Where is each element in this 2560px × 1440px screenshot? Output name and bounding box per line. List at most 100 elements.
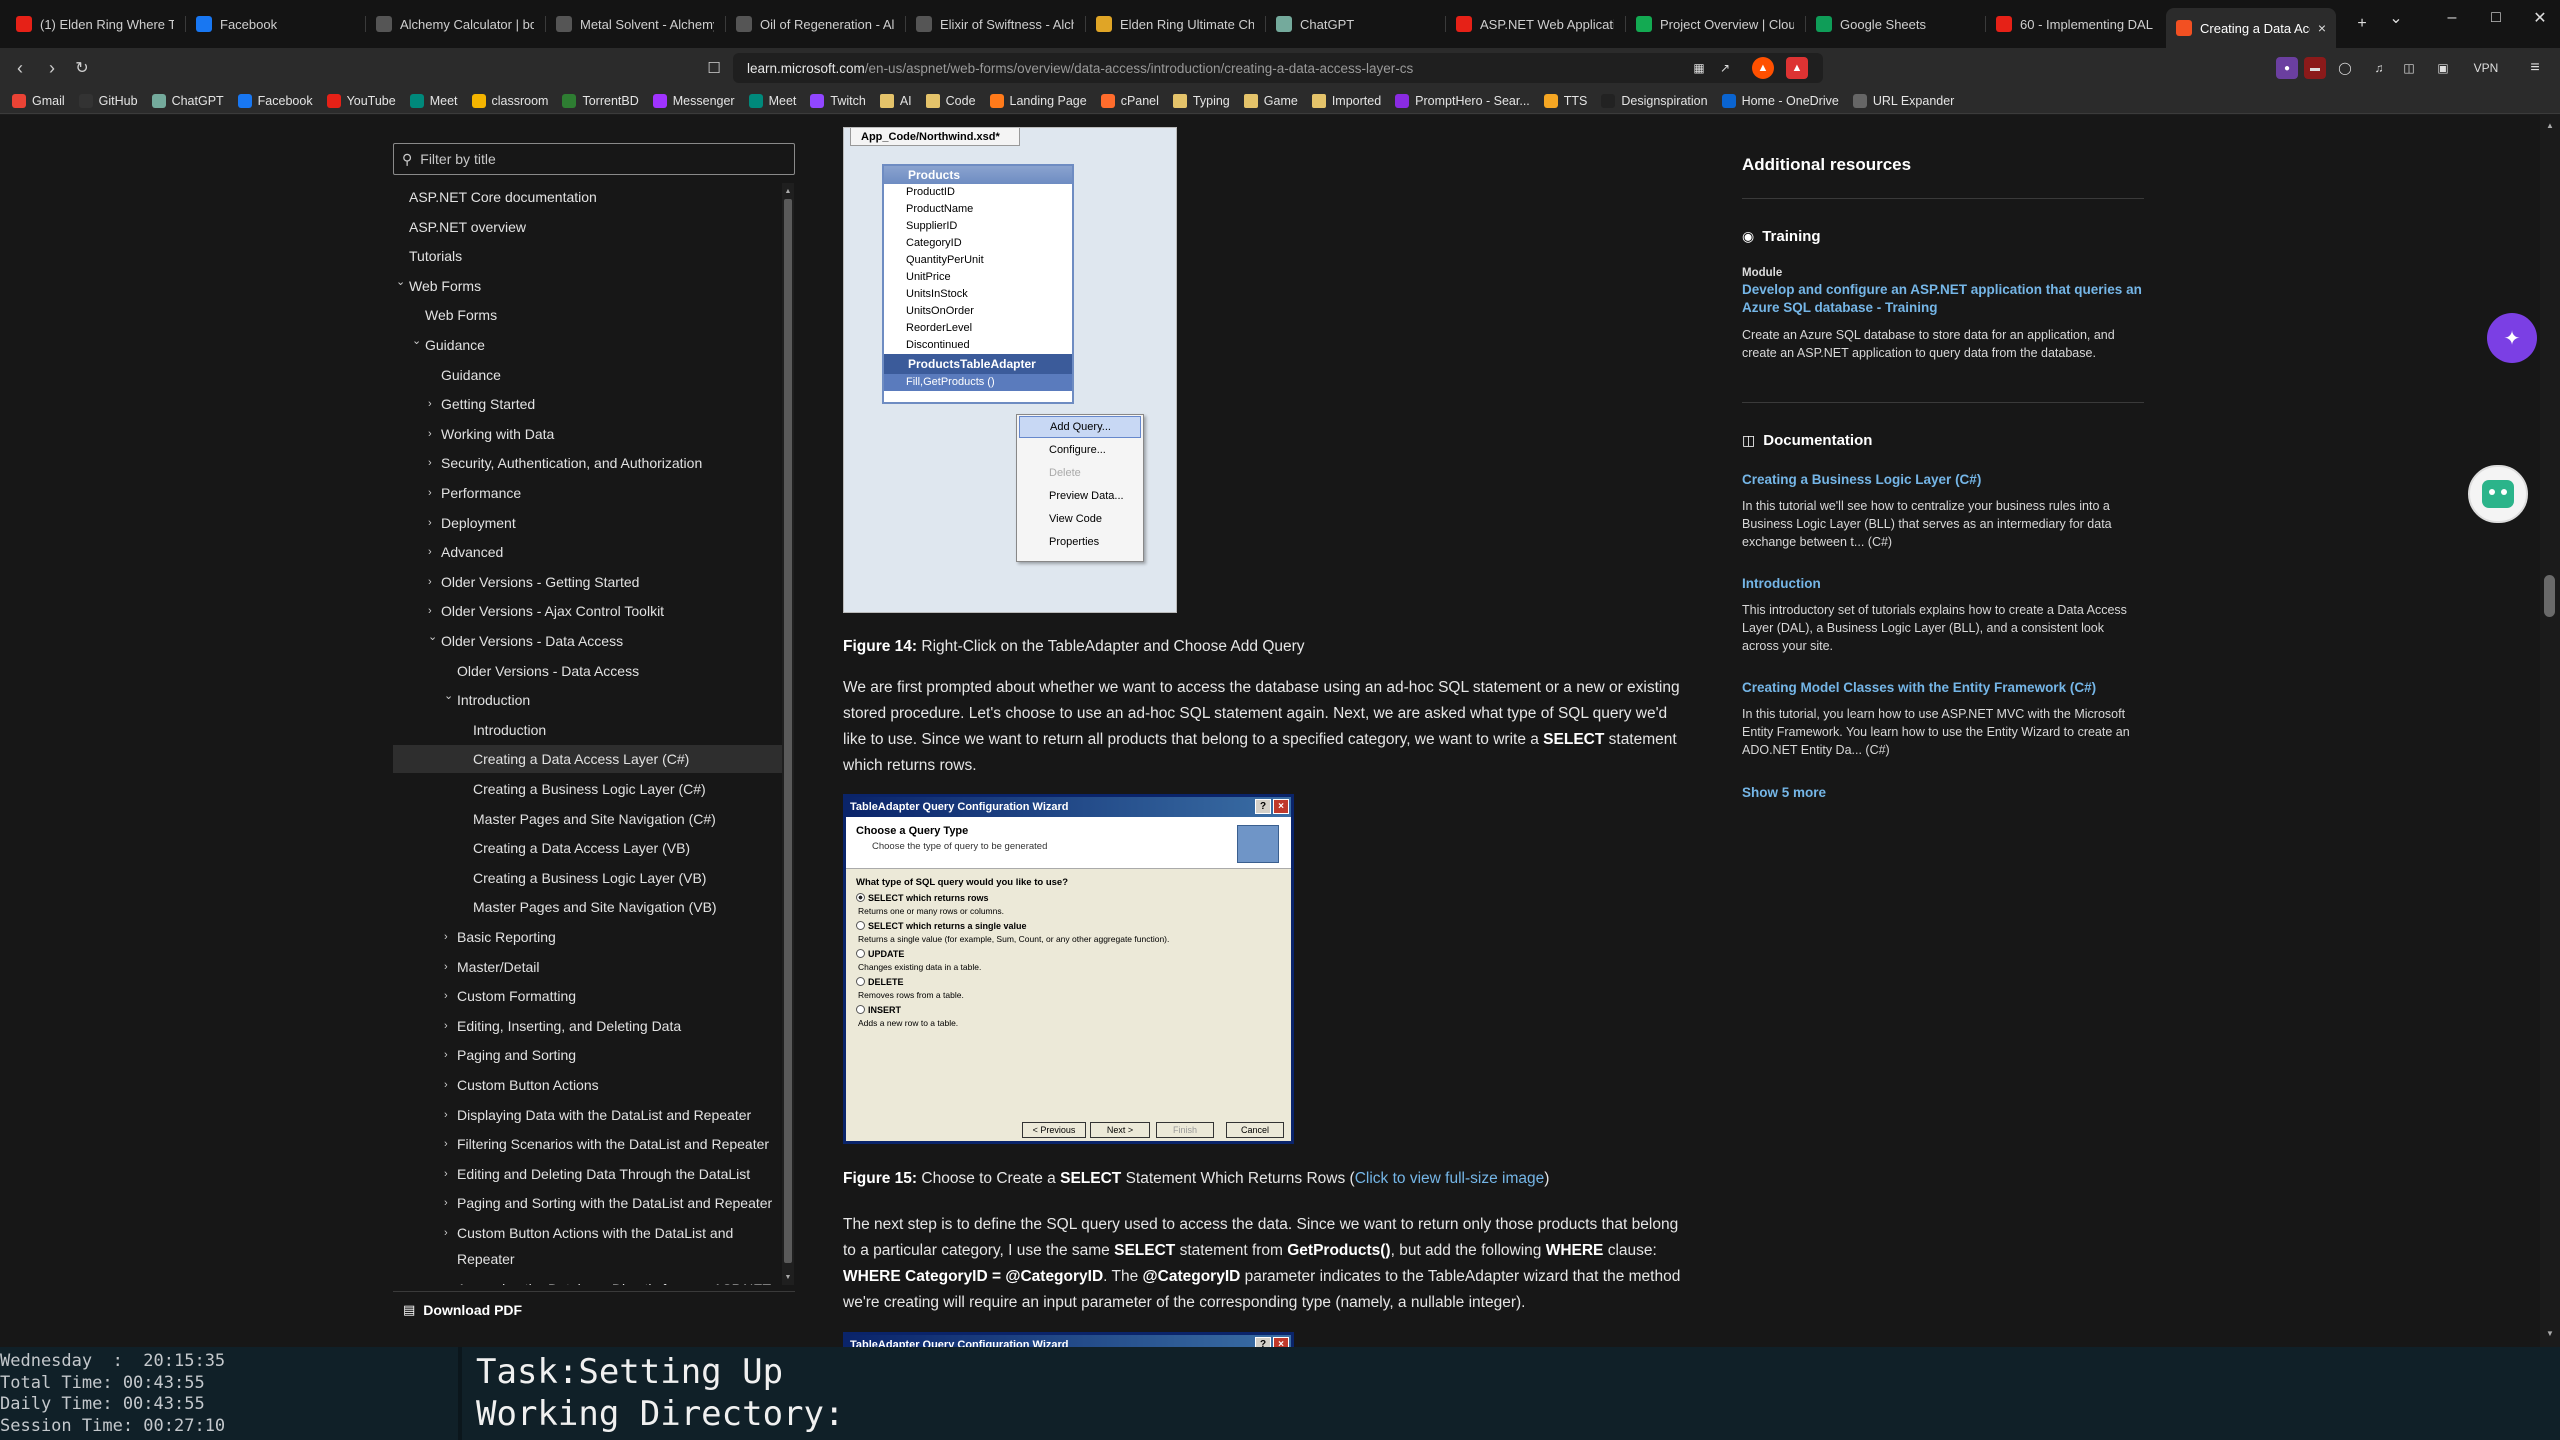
figure-16-image[interactable]: TableAdapter Query Configuration Wizard …	[843, 1332, 1294, 1347]
close-tab-icon[interactable]: ×	[2318, 20, 2326, 36]
bookmark-item[interactable]: Designspiration	[1601, 93, 1708, 108]
toc-item[interactable]: › Paging and Sorting with the DataList an…	[393, 1189, 783, 1217]
browser-tab[interactable]: (1) Elden Ring Where To	[6, 8, 184, 40]
brave-rewards-icon[interactable]: ▲	[1786, 57, 1808, 79]
toc-item[interactable]: › Custom Formatting	[393, 982, 783, 1010]
chevron-right-icon[interactable]: ›	[444, 1283, 456, 1285]
chevron-right-icon[interactable]: ›	[444, 990, 456, 1002]
chevron-down-icon[interactable]: ⌄	[412, 334, 424, 347]
module-link[interactable]: Develop and configure an ASP.NET applica…	[1742, 281, 2142, 317]
forward-icon[interactable]: ›	[38, 54, 66, 82]
extension-icon-1[interactable]: ●	[2276, 57, 2298, 79]
toc-item[interactable]: Creating a Data Access Layer (VB)	[393, 834, 783, 862]
documentation-link[interactable]: Creating a Business Logic Layer (C#)	[1742, 471, 2142, 489]
browser-tab[interactable]: Metal Solvent - Alchemy	[546, 8, 724, 40]
chevron-right-icon[interactable]: ›	[444, 1109, 456, 1121]
bookmark-item[interactable]: Facebook	[237, 93, 313, 108]
figure-15-image[interactable]: TableAdapter Query Configuration Wizard …	[843, 794, 1294, 1144]
chevron-right-icon[interactable]: ›	[428, 517, 440, 529]
maximize-icon[interactable]: □	[2476, 4, 2516, 32]
chatbot-icon[interactable]	[2468, 465, 2528, 523]
toc-item[interactable]: ⌄ Guidance	[393, 331, 783, 359]
toc-scroll-up-icon[interactable]: ▲	[782, 185, 794, 197]
browser-tab[interactable]: 60 - Implementing DAL	[1986, 8, 2164, 40]
browser-tab[interactable]: Elden Ring Ultimate Che	[1086, 8, 1264, 40]
toc-item[interactable]: › Older Versions - Getting Started	[393, 568, 783, 596]
toc-scrollbar[interactable]: ▲ ▼	[782, 183, 794, 1285]
download-pdf-link[interactable]: ▤ Download PDF	[393, 1291, 795, 1327]
toc-item[interactable]: › Getting Started	[393, 390, 783, 418]
bookmark-item[interactable]: ChatGPT	[151, 93, 224, 108]
toc-item[interactable]: ›Accessing the Database Directly from an…	[393, 1275, 783, 1285]
toc-filter-input[interactable]: ⚲ Filter by title	[393, 143, 795, 175]
chevron-right-icon[interactable]: ›	[428, 605, 440, 617]
address-bar[interactable]: learn.microsoft.com/en-us/aspnet/web-for…	[733, 53, 1823, 83]
toc-item[interactable]: › Editing and Deleting Data Through the D…	[393, 1160, 783, 1188]
bookmark-item[interactable]: classroom	[471, 93, 548, 108]
bookmark-item[interactable]: Game	[1243, 93, 1298, 108]
browser-tab[interactable]: Google Sheets	[1806, 8, 1984, 40]
chevron-right-icon[interactable]: ›	[428, 576, 440, 588]
toc-item[interactable]: ASP.NET overview	[393, 213, 783, 241]
browser-tab[interactable]: ASP.NET Web Applicatio	[1446, 8, 1624, 40]
copilot-icon[interactable]: ✦	[2487, 313, 2537, 363]
toc-item[interactable]: › Editing, Inserting, and Deleting Data	[393, 1012, 783, 1040]
show-more-link[interactable]: Show 5 more	[1742, 784, 1826, 802]
chevron-right-icon[interactable]: ›	[428, 398, 440, 410]
toc-item[interactable]: Master Pages and Site Navigation (C#)	[393, 805, 783, 833]
toc-item[interactable]: Introduction	[393, 716, 783, 744]
reload-icon[interactable]: ↻	[68, 54, 96, 82]
toc-item[interactable]: Web Forms	[393, 301, 783, 329]
chevron-right-icon[interactable]: ›	[444, 1020, 456, 1032]
media-icon[interactable]: ♫	[2368, 57, 2390, 79]
bookmark-item[interactable]: cPanel	[1100, 93, 1159, 108]
browser-tab[interactable]: Creating a Data Acc ×	[2166, 8, 2336, 48]
chevron-down-icon[interactable]: ⌄	[396, 275, 408, 288]
page-scrollbar-thumb[interactable]	[2544, 575, 2555, 617]
bookmark-item[interactable]: Imported	[1311, 93, 1381, 108]
toc-item[interactable]: Master Pages and Site Navigation (VB)	[393, 893, 783, 921]
minimize-icon[interactable]: –	[2432, 4, 2472, 32]
figure-14-image[interactable]: App_Code/Northwind.xsd* Products Product…	[843, 127, 1177, 613]
toc-item[interactable]: › Working with Data	[393, 420, 783, 448]
bookmark-item[interactable]: URL Expander	[1852, 93, 1954, 108]
toc-item[interactable]: Guidance	[393, 361, 783, 389]
wallet-icon[interactable]: ▣	[2432, 57, 2454, 79]
toc-item[interactable]: › Performance	[393, 479, 783, 507]
toc-item[interactable]: › Deployment	[393, 509, 783, 537]
bookmark-page-icon[interactable]: ☐	[700, 54, 728, 82]
toc-item[interactable]: ⌄ Older Versions - Data Access	[393, 627, 783, 655]
toc-item[interactable]: › Displaying Data with the DataList and R…	[393, 1101, 783, 1129]
bookmark-item[interactable]: Gmail	[12, 93, 65, 108]
vpn-button[interactable]: VPN	[2466, 57, 2506, 79]
chevron-right-icon[interactable]: ›	[444, 1138, 456, 1150]
chevron-right-icon[interactable]: ›	[444, 1227, 456, 1239]
menu-icon[interactable]: ≡	[2524, 57, 2546, 79]
chevron-right-icon[interactable]: ›	[444, 931, 456, 943]
chevron-right-icon[interactable]: ›	[444, 1168, 456, 1180]
chevron-right-icon[interactable]: ›	[444, 1197, 456, 1209]
toc-item[interactable]: Creating a Business Logic Layer (C#)	[393, 775, 783, 803]
chevron-right-icon[interactable]: ›	[428, 428, 440, 440]
bookmark-item[interactable]: Messenger	[652, 93, 735, 108]
chevron-right-icon[interactable]: ›	[444, 961, 456, 973]
chevron-right-icon[interactable]: ›	[428, 457, 440, 469]
brave-shields-icon[interactable]: ▲	[1752, 57, 1774, 79]
toc-item-wrap[interactable]: Repeater	[393, 1245, 783, 1273]
toc-item[interactable]: › Paging and Sorting	[393, 1041, 783, 1069]
page-scroll-down-icon[interactable]: ▼	[2544, 1329, 2556, 1341]
browser-tab[interactable]: ChatGPT	[1266, 8, 1444, 40]
reader-mode-icon[interactable]: ▦	[1688, 57, 1710, 79]
extension-icon-2[interactable]: ▬	[2304, 57, 2326, 79]
toc-item[interactable]: Older Versions - Data Access	[393, 657, 783, 685]
toc-item[interactable]: › Custom Button Actions	[393, 1071, 783, 1099]
browser-tab[interactable]: Alchemy Calculator | bdo	[366, 8, 544, 40]
chevron-right-icon[interactable]: ›	[444, 1079, 456, 1091]
bookmark-item[interactable]: Landing Page	[989, 93, 1087, 108]
browser-tab[interactable]: Oil of Regeneration - Al	[726, 8, 904, 40]
toc-item[interactable]: › Advanced	[393, 538, 783, 566]
bookmark-item[interactable]: Code	[925, 93, 976, 108]
chevron-right-icon[interactable]: ›	[428, 546, 440, 558]
bookmark-item[interactable]: AI	[879, 93, 912, 108]
toc-item[interactable]: › Master/Detail	[393, 953, 783, 981]
